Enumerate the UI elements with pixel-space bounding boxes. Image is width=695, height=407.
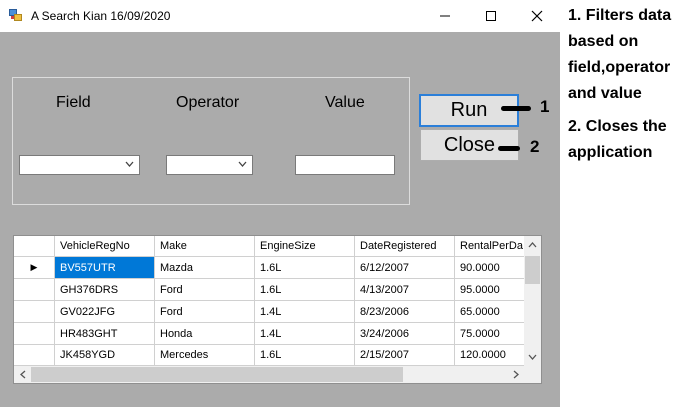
app-window: A Search Kian 16/09/2020 Field Operator … [0, 0, 560, 407]
annotation-line-1 [501, 106, 531, 111]
table-cell[interactable]: 1.6L [255, 345, 355, 366]
table-cell[interactable]: 90.0000 [455, 257, 524, 279]
table-cell[interactable]: Mercedes [155, 345, 255, 366]
grid-corner-header [14, 236, 55, 257]
column-header-make[interactable]: Make [155, 236, 255, 257]
chevron-down-icon [125, 161, 134, 167]
data-grid[interactable]: VehicleRegNo Make EngineSize DateRegiste… [13, 235, 542, 384]
table-cell[interactable]: 1.6L [255, 257, 355, 279]
table-cell[interactable]: 1.6L [255, 279, 355, 301]
notes-panel: 1. Filters data based on field,operator … [560, 0, 695, 407]
scroll-down-button[interactable] [524, 350, 541, 364]
annotation-number-2: 2 [530, 137, 540, 156]
table-cell[interactable]: Ford [155, 279, 255, 301]
current-row-arrow-icon: ▶ [30, 262, 38, 272]
minimize-icon [440, 15, 450, 17]
row-header[interactable]: ▶ [14, 257, 55, 279]
table-cell[interactable]: 1.4L [255, 301, 355, 323]
table-cell[interactable]: 95.0000 [455, 279, 524, 301]
note-run: 1. Filters data based on field,operator … [568, 7, 672, 102]
scrollbar-corner [524, 366, 541, 383]
table-cell[interactable]: 65.0000 [455, 301, 524, 323]
close-icon [531, 10, 543, 22]
table-cell[interactable]: BV557UTR [55, 257, 155, 279]
chevron-down-icon [238, 161, 247, 167]
row-header[interactable] [14, 279, 55, 301]
window-close-button[interactable] [514, 0, 560, 32]
chevron-left-icon [19, 370, 25, 379]
row-header[interactable] [14, 345, 55, 366]
scroll-left-button[interactable] [15, 366, 30, 383]
scroll-up-button[interactable] [524, 238, 541, 252]
chevron-right-icon [513, 370, 519, 379]
table-cell[interactable]: 2/15/2007 [355, 345, 455, 366]
annotation-line-2 [498, 146, 520, 151]
chevron-up-icon [528, 242, 537, 248]
table-cell[interactable]: JK458YGD [55, 345, 155, 366]
vertical-scroll-thumb[interactable] [525, 256, 540, 284]
title-bar: A Search Kian 16/09/2020 [0, 0, 560, 32]
column-header-vehicleregno[interactable]: VehicleRegNo [55, 236, 155, 257]
table-cell[interactable]: 120.0000 [455, 345, 524, 366]
table-cell[interactable]: 75.0000 [455, 323, 524, 345]
column-header-dateregistered[interactable]: DateRegistered [355, 236, 455, 257]
field-label: Field [56, 94, 91, 111]
table-cell[interactable]: Honda [155, 323, 255, 345]
table-cell[interactable]: Mazda [155, 257, 255, 279]
row-header[interactable] [14, 301, 55, 323]
column-header-enginesize[interactable]: EngineSize [255, 236, 355, 257]
maximize-icon [486, 11, 496, 21]
maximize-button[interactable] [468, 0, 514, 32]
operator-label: Operator [176, 94, 240, 111]
chevron-down-icon [528, 354, 537, 360]
value-input[interactable] [295, 155, 395, 175]
table-cell[interactable]: HR483GHT [55, 323, 155, 345]
annotation-number-1: 1 [540, 97, 550, 116]
table-cell[interactable]: 8/23/2006 [355, 301, 455, 323]
close-button[interactable]: Close [420, 129, 519, 161]
filter-group: Field Operator Value [12, 77, 410, 205]
table-cell[interactable]: GV022JFG [55, 301, 155, 323]
field-dropdown[interactable] [19, 155, 140, 175]
vertical-scrollbar[interactable] [524, 236, 541, 366]
table-cell[interactable]: GH376DRS [55, 279, 155, 301]
horizontal-scrollbar[interactable] [14, 366, 524, 383]
note-close: 2. Closes the application [568, 118, 667, 161]
table-cell[interactable]: 3/24/2006 [355, 323, 455, 345]
window-title: A Search Kian 16/09/2020 [31, 9, 171, 23]
app-window-icon [9, 9, 23, 22]
table-cell[interactable]: 4/13/2007 [355, 279, 455, 301]
row-header[interactable] [14, 323, 55, 345]
table-cell[interactable]: 1.4L [255, 323, 355, 345]
table-cell[interactable]: 6/12/2007 [355, 257, 455, 279]
horizontal-scroll-thumb[interactable] [31, 367, 403, 382]
minimize-button[interactable] [422, 0, 468, 32]
column-header-rentalperday[interactable]: RentalPerDa [455, 236, 524, 257]
scroll-right-button[interactable] [508, 366, 523, 383]
value-label: Value [325, 94, 365, 111]
table-cell[interactable]: Ford [155, 301, 255, 323]
operator-dropdown[interactable] [166, 155, 253, 175]
